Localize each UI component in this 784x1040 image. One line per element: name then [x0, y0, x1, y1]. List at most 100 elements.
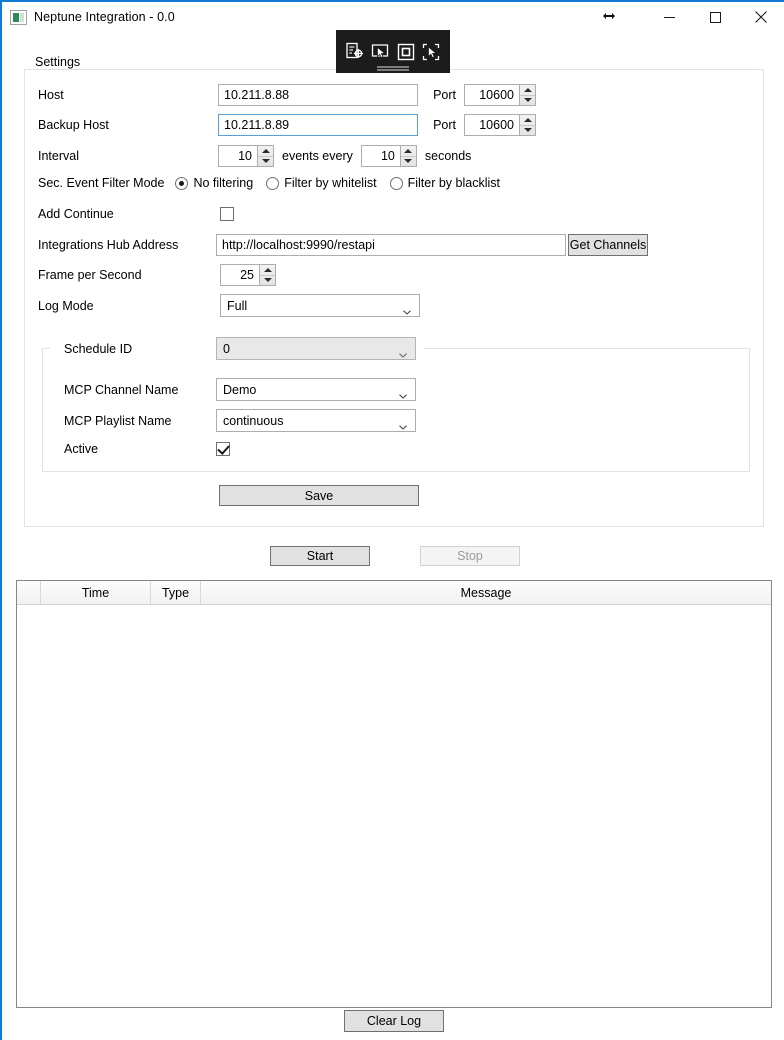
frame-per-second-spin-up[interactable] [260, 265, 275, 276]
clear-log-button[interactable]: Clear Log [344, 1010, 444, 1032]
interval-seconds-spin-up[interactable] [401, 146, 416, 157]
host-port-spin-buttons[interactable] [519, 84, 536, 106]
schedule-id-select[interactable]: 0 [216, 337, 416, 360]
log-table-body[interactable] [17, 605, 771, 1007]
backup-port-label: Port [418, 118, 464, 132]
interval-seconds-spin-down[interactable] [401, 157, 416, 167]
host-input[interactable]: 10.211.8.88 [218, 84, 418, 106]
mcp-channel-select[interactable]: Demo [216, 378, 416, 401]
chevron-down-icon [399, 347, 407, 352]
active-label: Active [64, 442, 216, 456]
interval-seconds-spin-buttons[interactable] [400, 145, 417, 167]
pointer-window-icon[interactable] [368, 40, 392, 64]
mcp-channel-row: MCP Channel Name Demo [64, 378, 764, 401]
minimize-button[interactable] [646, 2, 692, 32]
radio-no-filtering-button[interactable] [175, 177, 188, 190]
radio-filter-whitelist-button[interactable] [266, 177, 279, 190]
chevron-down-icon [403, 304, 411, 309]
host-port-value[interactable]: 10600 [464, 84, 519, 106]
filter-mode-label: Sec. Event Filter Mode [38, 176, 164, 190]
frame-per-second-spin-down[interactable] [260, 276, 275, 286]
frame-per-second-value[interactable]: 25 [220, 264, 259, 286]
log-table: Time Type Message [16, 580, 772, 1008]
schedule-id-row: Schedule ID 0 [64, 337, 764, 360]
mcp-playlist-row: MCP Playlist Name continuous [64, 409, 764, 432]
capture-region-icon[interactable] [343, 40, 367, 64]
log-mode-label: Log Mode [38, 299, 220, 313]
mcp-playlist-value: continuous [223, 414, 283, 428]
interval-row: Interval 10 events every 10 seconds [38, 145, 768, 167]
schedule-id-value: 0 [223, 342, 230, 356]
chevron-down-icon [399, 388, 407, 393]
radio-filter-whitelist[interactable]: Filter by whitelist [266, 176, 389, 190]
start-button[interactable]: Start [270, 546, 370, 566]
radio-no-filtering[interactable]: No filtering [175, 176, 266, 190]
backup-port-spin-down[interactable] [520, 126, 535, 136]
host-row: Host 10.211.8.88 Port 10600 [38, 84, 768, 106]
host-port-label: Port [418, 88, 464, 102]
radio-no-filtering-label: No filtering [193, 176, 253, 190]
settings-legend: Settings [30, 55, 85, 69]
add-continue-checkbox[interactable] [220, 207, 234, 221]
radio-filter-blacklist-label: Filter by blacklist [408, 176, 500, 190]
log-column-message[interactable]: Message [201, 581, 771, 604]
radio-filter-blacklist[interactable]: Filter by blacklist [390, 176, 513, 190]
frame-per-second-row: Frame per Second 25 [38, 264, 768, 286]
mcp-playlist-select[interactable]: continuous [216, 409, 416, 432]
overlay-drag-handle[interactable] [377, 66, 409, 68]
log-table-header: Time Type Message [17, 581, 771, 605]
get-channels-button[interactable]: Get Channels [568, 234, 648, 256]
application-window: Neptune Integration - 0.0 [0, 0, 784, 1040]
interval-events-spin-down[interactable] [258, 157, 273, 167]
log-mode-row: Log Mode Full [38, 294, 768, 317]
interval-events-spinner[interactable]: 10 [218, 145, 274, 167]
active-checkbox[interactable] [216, 442, 230, 456]
host-label: Host [38, 88, 218, 102]
stop-button: Stop [420, 546, 520, 566]
hub-address-row: Integrations Hub Address http://localhos… [38, 234, 768, 256]
window-title: Neptune Integration - 0.0 [34, 10, 175, 24]
maximize-button[interactable] [692, 2, 738, 32]
log-column-type[interactable]: Type [151, 581, 201, 604]
frame-per-second-label: Frame per Second [38, 268, 220, 282]
frame-per-second-spinner[interactable]: 25 [220, 264, 276, 286]
schedule-id-label: Schedule ID [64, 342, 216, 356]
interval-events-spin-buttons[interactable] [257, 145, 274, 167]
screen-capture-overlay-toolbar[interactable] [336, 30, 450, 73]
log-column-time[interactable]: Time [41, 581, 151, 604]
pointer-select-icon[interactable] [419, 40, 443, 64]
interval-seconds-spinner[interactable]: 10 [361, 145, 417, 167]
host-port-spin-down[interactable] [520, 96, 535, 106]
backup-port-spinner[interactable]: 10600 [464, 114, 536, 136]
title-bar: Neptune Integration - 0.0 [2, 2, 784, 32]
interval-events-value[interactable]: 10 [218, 145, 257, 167]
add-continue-label: Add Continue [38, 207, 220, 221]
host-port-spin-up[interactable] [520, 85, 535, 96]
hub-address-input[interactable]: http://localhost:9990/restapi [216, 234, 566, 256]
mcp-channel-label: MCP Channel Name [64, 383, 216, 397]
log-column-blank[interactable] [17, 581, 41, 604]
save-button[interactable]: Save [219, 485, 419, 506]
backup-host-label: Backup Host [38, 118, 218, 132]
interval-events-spin-up[interactable] [258, 146, 273, 157]
window-controls [646, 2, 784, 32]
backup-host-row: Backup Host 10.211.8.89 Port 10600 [38, 114, 768, 136]
horizontal-resize-cursor-icon [600, 7, 618, 25]
chevron-down-icon [399, 419, 407, 424]
close-button[interactable] [738, 2, 784, 32]
host-port-spinner[interactable]: 10600 [464, 84, 536, 106]
log-mode-value: Full [227, 299, 247, 313]
interval-seconds-value[interactable]: 10 [361, 145, 400, 167]
backup-port-value[interactable]: 10600 [464, 114, 519, 136]
app-icon [10, 10, 27, 25]
mcp-channel-value: Demo [223, 383, 256, 397]
frame-per-second-spin-buttons[interactable] [259, 264, 276, 286]
radio-filter-blacklist-button[interactable] [390, 177, 403, 190]
backup-port-spin-buttons[interactable] [519, 114, 536, 136]
mcp-playlist-label: MCP Playlist Name [64, 414, 216, 428]
interval-label: Interval [38, 149, 218, 163]
square-region-icon[interactable] [394, 40, 418, 64]
backup-host-input[interactable]: 10.211.8.89 [218, 114, 418, 136]
log-mode-select[interactable]: Full [220, 294, 420, 317]
backup-port-spin-up[interactable] [520, 115, 535, 126]
